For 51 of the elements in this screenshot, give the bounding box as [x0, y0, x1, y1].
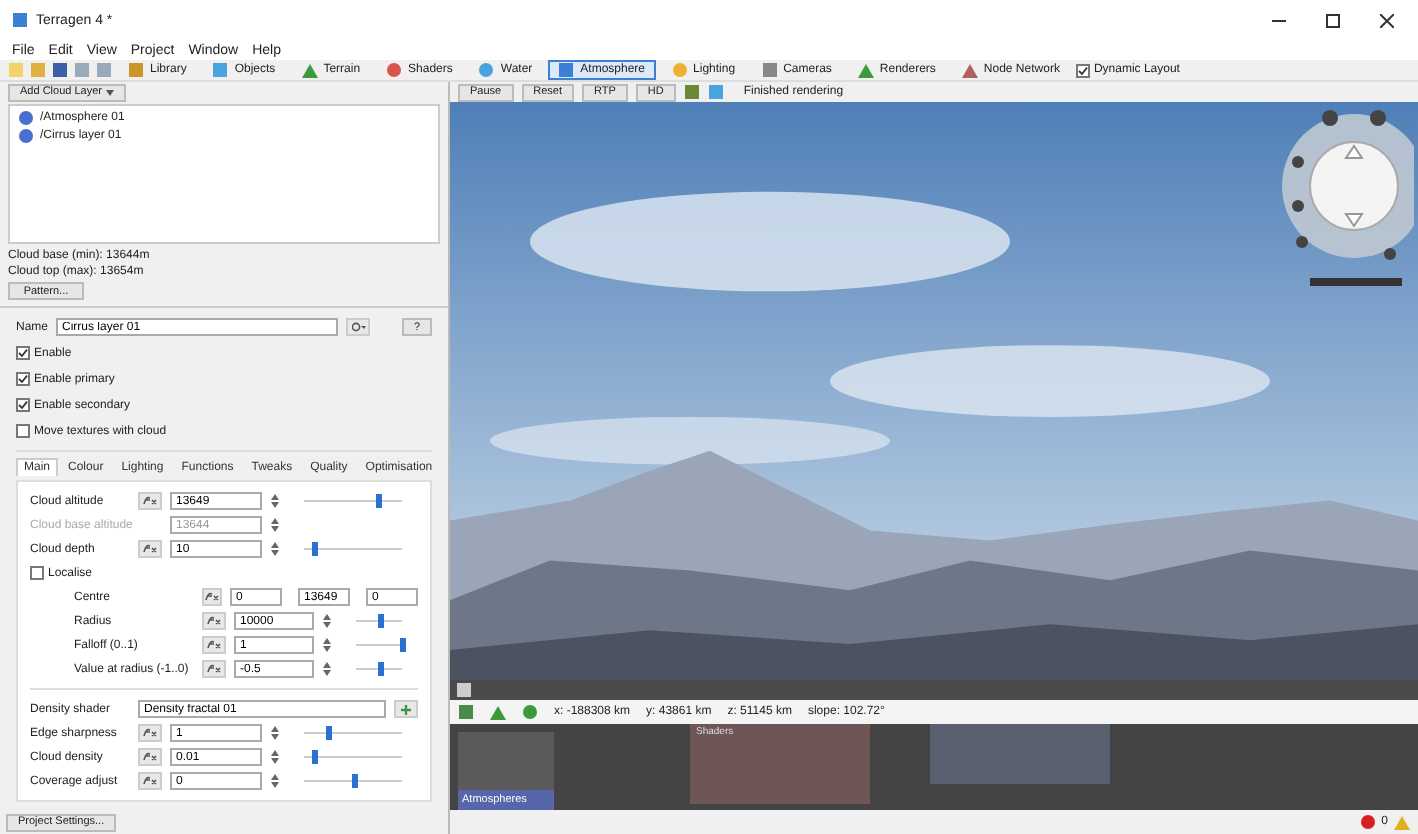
- slider-thumb[interactable]: [400, 638, 406, 653]
- slider-thumb[interactable]: [375, 494, 382, 509]
- function-icon: [142, 776, 158, 787]
- function-button[interactable]: [202, 660, 226, 679]
- spinner-icon[interactable]: [322, 612, 332, 631]
- function-button[interactable]: [138, 492, 162, 511]
- slider-thumb[interactable]: [311, 750, 318, 765]
- spinner-icon[interactable]: [270, 748, 280, 767]
- spinner-icon[interactable]: [270, 516, 280, 535]
- function-button[interactable]: [202, 612, 226, 631]
- app-icon: [12, 12, 28, 28]
- spinner-icon[interactable]: [270, 772, 280, 791]
- slider-thumb[interactable]: [377, 614, 383, 629]
- mountain-icon: [490, 704, 506, 720]
- spinner-icon[interactable]: [270, 724, 280, 743]
- slider-thumb[interactable]: [311, 542, 318, 557]
- function-icon: [206, 616, 222, 627]
- checkbox[interactable]: [30, 566, 44, 581]
- function-button[interactable]: [202, 588, 222, 607]
- checkbox[interactable]: [16, 398, 30, 413]
- function-icon: [206, 664, 222, 675]
- spinner-icon[interactable]: [322, 660, 332, 679]
- slider-thumb[interactable]: [377, 662, 383, 677]
- function-icon: [142, 752, 158, 763]
- function-icon: [142, 544, 158, 555]
- checkbox[interactable]: [1075, 63, 1090, 77]
- add-shader-button[interactable]: [394, 700, 418, 719]
- function-icon: [206, 640, 222, 651]
- warning-icon: [1394, 814, 1410, 830]
- spinner-icon[interactable]: [270, 540, 280, 559]
- options-button[interactable]: [346, 318, 370, 337]
- maximize-icon[interactable]: [1326, 13, 1340, 27]
- function-button[interactable]: [202, 636, 226, 655]
- slider-thumb[interactable]: [351, 774, 357, 789]
- checkbox[interactable]: [16, 372, 30, 387]
- slider-thumb[interactable]: [326, 726, 333, 741]
- function-button[interactable]: [138, 772, 162, 791]
- function-icon: [204, 592, 220, 603]
- caret-icon: [105, 89, 114, 96]
- checkbox[interactable]: [16, 346, 30, 361]
- error-icon: [1359, 814, 1376, 830]
- function-icon: [142, 496, 158, 507]
- close-icon[interactable]: [1380, 13, 1394, 27]
- function-icon: [142, 728, 158, 739]
- plus-icon: [400, 703, 412, 716]
- function-button[interactable]: [138, 748, 162, 767]
- spinner-icon[interactable]: [270, 492, 280, 511]
- checkbox[interactable]: [16, 424, 30, 439]
- spinner-icon[interactable]: [322, 636, 332, 655]
- function-button[interactable]: [138, 724, 162, 743]
- function-button[interactable]: [138, 540, 162, 559]
